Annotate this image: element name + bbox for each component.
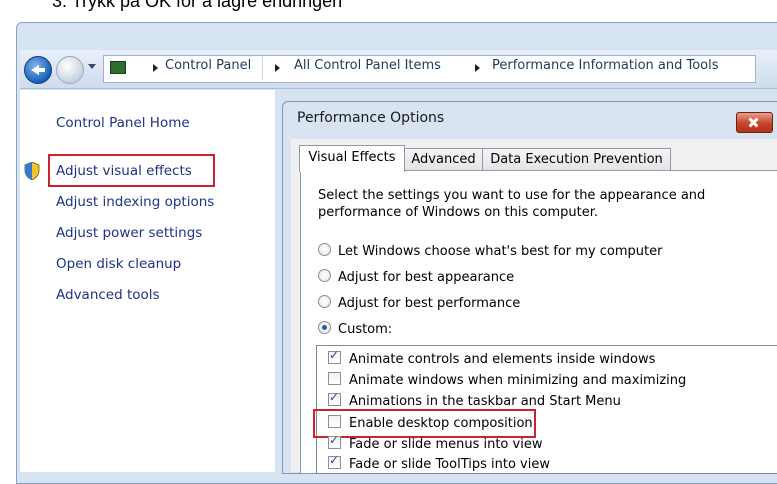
radio-button[interactable]	[318, 321, 331, 334]
checkbox-animate-controls[interactable]: Animate controls and elements inside win…	[328, 348, 655, 369]
checkbox[interactable]	[328, 348, 341, 364]
uac-shield-icon	[24, 162, 40, 180]
sidebar-item-power[interactable]: Adjust power settings	[56, 225, 202, 241]
checkbox-fade-menus[interactable]: Fade or slide menus into view	[328, 433, 542, 454]
checkbox[interactable]	[328, 372, 341, 385]
sidebar-item-indexing[interactable]: Adjust indexing options	[56, 194, 214, 210]
checkbox-animate-windows[interactable]: Animate windows when minimizing and maxi…	[328, 372, 686, 390]
highlight-box	[313, 409, 536, 438]
tab-data-execution-prevention[interactable]: Data Execution Prevention	[482, 148, 671, 171]
checkbox[interactable]	[328, 453, 341, 469]
settings-description: Select the settings you want to use for …	[318, 188, 706, 220]
dialog-title: Performance Options	[297, 110, 445, 126]
radio-button[interactable]	[318, 269, 331, 282]
breadcrumb-control-panel[interactable]: Control Panel	[165, 58, 251, 73]
checkbox-fade-tooltips[interactable]: Fade or slide ToolTips into view	[328, 453, 550, 474]
tab-visual-effects[interactable]: Visual Effects	[299, 145, 405, 172]
back-button[interactable]	[24, 56, 52, 84]
sidebar-item-home[interactable]: Control Panel Home	[56, 115, 190, 131]
radio-button[interactable]	[318, 243, 331, 256]
checkbox[interactable]	[328, 433, 341, 449]
instruction-caption: 3. Trykk på OK for å lagre endringen	[52, 0, 343, 11]
breadcrumb-divider	[262, 56, 263, 80]
breadcrumb-arrow-icon[interactable]	[153, 64, 158, 72]
breadcrumb-all-items[interactable]: All Control Panel Items	[294, 58, 441, 73]
sidebar-item-disk-cleanup[interactable]: Open disk cleanup	[56, 256, 181, 272]
close-button[interactable]	[736, 112, 773, 133]
tab-advanced[interactable]: Advanced	[404, 148, 483, 171]
sidebar	[20, 90, 275, 472]
breadcrumb-performance[interactable]: Performance Information and Tools	[492, 58, 719, 73]
radio-button[interactable]	[318, 295, 331, 308]
breadcrumb-arrow-icon[interactable]	[275, 64, 280, 72]
control-panel-icon	[110, 61, 126, 74]
radio-custom[interactable]: Custom:	[318, 321, 392, 339]
breadcrumb-arrow-icon[interactable]	[475, 64, 480, 72]
sidebar-item-advanced-tools[interactable]: Advanced tools	[56, 287, 160, 303]
checkbox[interactable]	[328, 390, 341, 406]
highlight-box	[48, 154, 215, 187]
recent-pages-chevron-icon[interactable]	[88, 64, 96, 69]
forward-button[interactable]	[56, 56, 84, 84]
radio-best-performance[interactable]: Adjust for best performance	[318, 295, 520, 313]
radio-let-windows-choose[interactable]: Let Windows choose what's best for my co…	[318, 243, 662, 261]
radio-best-appearance[interactable]: Adjust for best appearance	[318, 269, 514, 287]
